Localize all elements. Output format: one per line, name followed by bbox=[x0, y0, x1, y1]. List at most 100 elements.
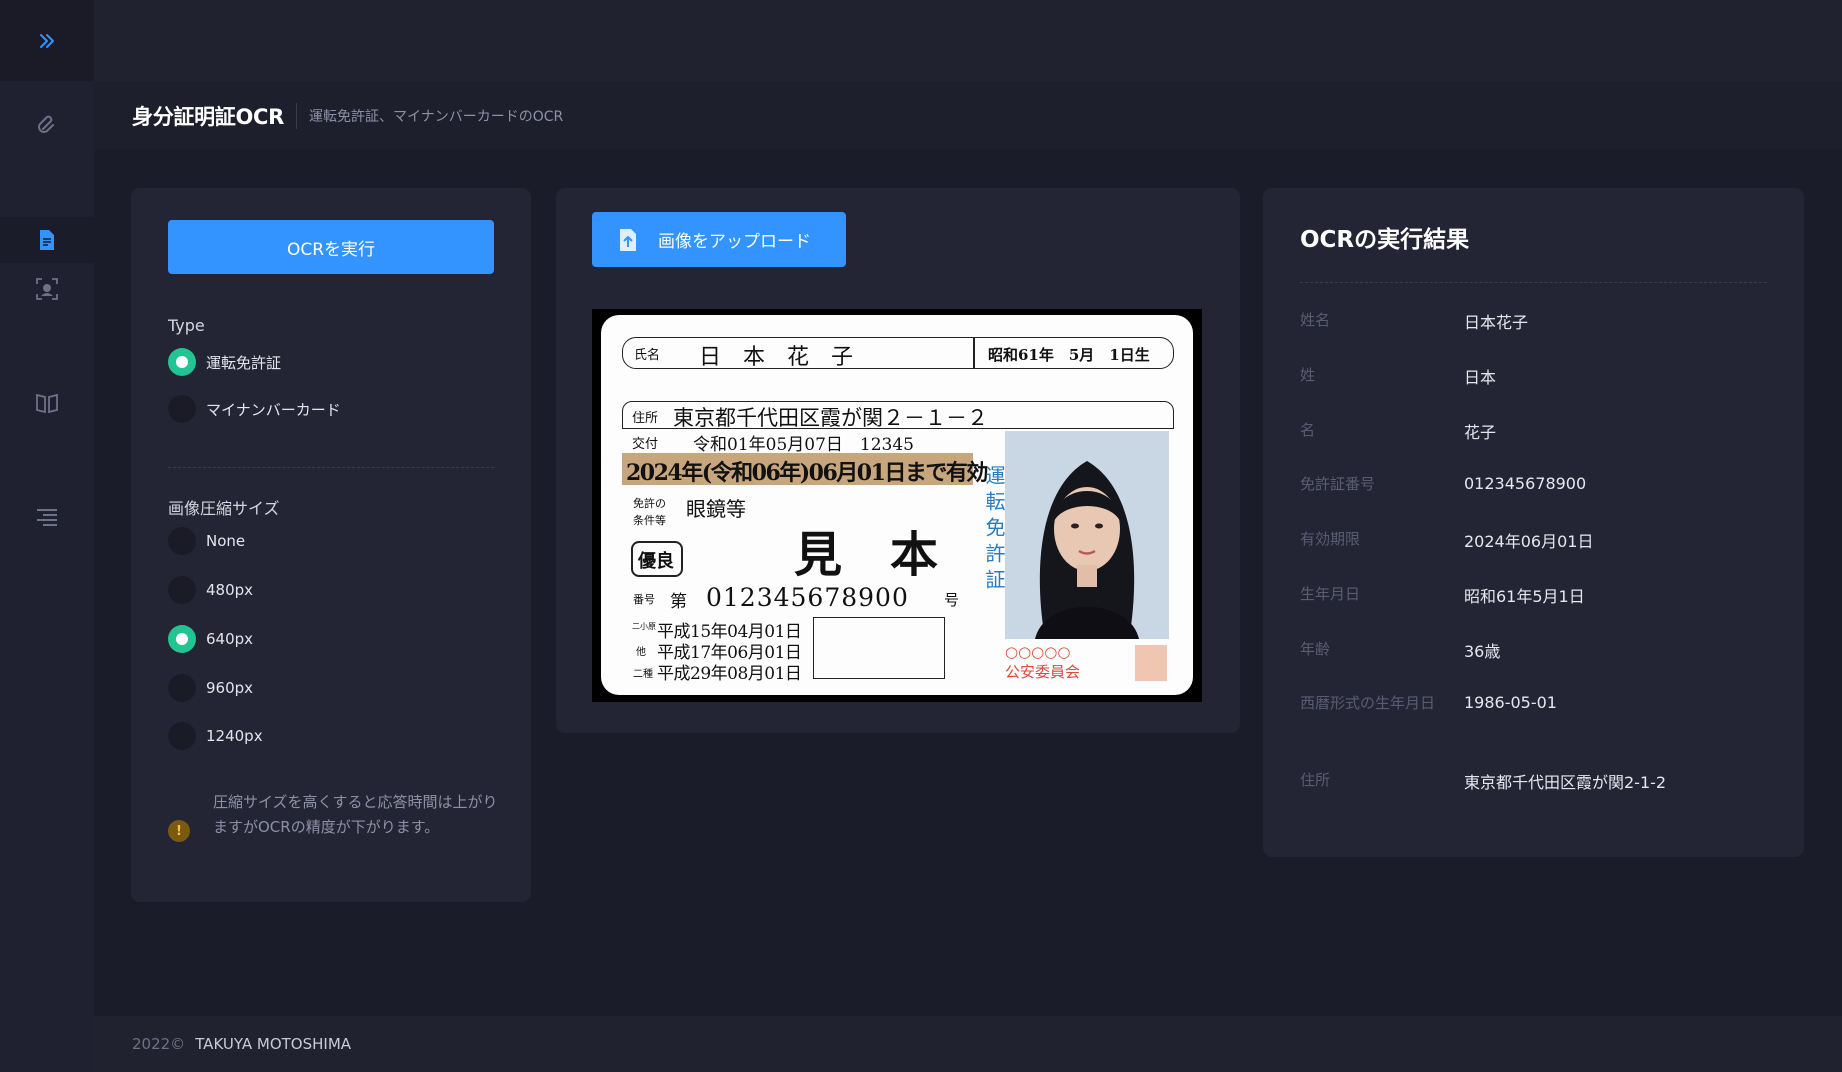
license-name: 日 本 花 子 bbox=[699, 345, 854, 370]
official-seal-stamp bbox=[1135, 645, 1167, 681]
compression-size-label: 画像圧縮サイズ bbox=[168, 499, 280, 518]
license-name-label: 氏名 bbox=[634, 348, 661, 363]
seal-circles: ○○○○○ bbox=[1005, 643, 1071, 661]
radio-button[interactable] bbox=[168, 625, 196, 653]
radio-label: 480px bbox=[206, 581, 254, 599]
license-image: 氏名 日 本 花 子 昭和61年 5月 1日生 住所 東京都千代田区霞が関２－１… bbox=[592, 309, 1202, 702]
page-subtitle: 運転免許証、マイナンバーカードのOCR bbox=[309, 108, 564, 125]
results-panel: OCRの実行結果 姓名 日本花子 姓 日本 名 花子 免許証番号 0123456… bbox=[1263, 188, 1804, 857]
result-value: 昭和61年5月1日 bbox=[1464, 587, 1585, 606]
type-label: Type bbox=[168, 316, 205, 335]
radio-button[interactable] bbox=[168, 527, 196, 555]
upload-image-button[interactable]: 画像をアップロード bbox=[592, 212, 846, 267]
condition-label-2: 条件等 bbox=[633, 514, 666, 527]
footer: 2022© TAKUYA MOTOSHIMA bbox=[94, 1016, 1842, 1072]
license-issue: 令和01年05月07日 12345 bbox=[693, 435, 914, 455]
sidebar-item-attach[interactable] bbox=[0, 102, 94, 148]
license-expiry: 2024年(令和06年)06月01日まで有効 bbox=[626, 460, 988, 486]
license-number: 012345678900 bbox=[706, 583, 909, 612]
result-value: 012345678900 bbox=[1464, 474, 1587, 493]
license-badge: 優良 bbox=[638, 551, 674, 572]
result-value: 36歳 bbox=[1464, 642, 1501, 661]
result-value: 花子 bbox=[1464, 423, 1497, 442]
radio-label: 1240px bbox=[206, 727, 263, 745]
result-key: 年齢 bbox=[1300, 640, 1331, 658]
license-number-prefix: 第 bbox=[670, 592, 687, 612]
radio-button[interactable] bbox=[168, 674, 196, 702]
run-ocr-button[interactable]: OCRを実行 bbox=[168, 220, 494, 274]
portrait-photo bbox=[1005, 431, 1169, 639]
radio-label: 960px bbox=[206, 679, 254, 697]
condition-label-1: 免許の bbox=[633, 497, 666, 510]
result-key: 住所 bbox=[1300, 771, 1331, 789]
page-header: 身分証明証OCR 運転免許証、マイナンバーカードのOCR bbox=[94, 81, 1842, 150]
results-divider bbox=[1300, 282, 1767, 283]
section-divider bbox=[168, 467, 494, 468]
license-issue-label: 交付 bbox=[632, 437, 659, 452]
license-date: 平成29年08月01日 bbox=[657, 664, 802, 684]
result-value: 1986-05-01 bbox=[1464, 693, 1557, 712]
result-key: 有効期限 bbox=[1300, 530, 1361, 548]
radio-label: 640px bbox=[206, 630, 254, 648]
license-address-label: 住所 bbox=[632, 411, 659, 426]
result-value: 日本花子 bbox=[1464, 313, 1529, 332]
radio-button[interactable] bbox=[168, 348, 196, 376]
result-key: 生年月日 bbox=[1300, 585, 1361, 603]
license-number-suffix: 号 bbox=[944, 591, 960, 609]
upload-button-label: 画像をアップロード bbox=[658, 232, 811, 252]
result-value: 東京都千代田区霞が関2-1-2 bbox=[1464, 773, 1667, 792]
seal-subtitle: 公安委員会 bbox=[1005, 663, 1081, 681]
date-label: 二小原 bbox=[632, 622, 656, 631]
result-value: 2024年06月01日 bbox=[1464, 532, 1594, 551]
license-number-label: 番号 bbox=[633, 593, 655, 606]
sidebar-item-menu[interactable] bbox=[0, 494, 94, 540]
compression-notice: 圧縮サイズを高くすると応答時間は上がりますがOCRの精度が下がります。 bbox=[213, 793, 498, 836]
result-key: 姓 bbox=[1300, 366, 1316, 384]
radio-label: マイナンバーカード bbox=[206, 400, 341, 419]
settings-panel: OCRを実行 Type 運転免許証 マイナンバーカード 画像圧縮サイズ None… bbox=[131, 188, 531, 902]
person-photo-icon bbox=[1035, 461, 1139, 639]
document-icon bbox=[40, 230, 54, 250]
result-key: 姓名 bbox=[1300, 311, 1331, 329]
result-key: 西暦形式の生年月日 bbox=[1300, 694, 1436, 712]
result-value: 日本 bbox=[1464, 368, 1497, 387]
date-label: 二種 bbox=[633, 669, 653, 680]
footer-author: TAKUYA MOTOSHIMA bbox=[195, 1035, 352, 1053]
header-separator bbox=[296, 102, 298, 129]
size-option-960[interactable]: 960px bbox=[168, 674, 253, 702]
radio-button[interactable] bbox=[168, 576, 196, 604]
name-row-divider bbox=[973, 338, 975, 369]
sidebar bbox=[0, 0, 94, 1072]
date-label: 他 bbox=[636, 647, 646, 658]
radio-button[interactable] bbox=[168, 722, 196, 750]
size-option-480[interactable]: 480px bbox=[168, 576, 253, 604]
result-key: 免許証番号 bbox=[1300, 475, 1376, 493]
license-condition: 眼鏡等 bbox=[686, 497, 746, 521]
book-icon bbox=[36, 393, 58, 414]
upload-file-icon bbox=[620, 228, 636, 251]
result-key: 名 bbox=[1300, 421, 1316, 439]
sidebar-toggle[interactable] bbox=[0, 0, 94, 81]
sidebar-item-face[interactable] bbox=[0, 266, 94, 312]
paperclip-icon bbox=[38, 115, 54, 133]
sidebar-item-book[interactable] bbox=[0, 380, 94, 426]
expand-icon[interactable] bbox=[37, 31, 57, 51]
radio-label: None bbox=[206, 532, 246, 550]
page-title: 身分証明証OCR bbox=[132, 104, 285, 129]
type-option-mynumber[interactable]: マイナンバーカード bbox=[168, 395, 341, 423]
license-address: 東京都千代田区霞が関２－１－２ bbox=[673, 406, 988, 430]
size-option-640[interactable]: 640px bbox=[168, 625, 253, 653]
type-option-license[interactable]: 運転免許証 bbox=[168, 348, 281, 376]
menu-lines-icon bbox=[37, 509, 57, 526]
radio-button[interactable] bbox=[168, 395, 196, 423]
top-bar bbox=[94, 0, 1842, 81]
size-option-1240[interactable]: 1240px bbox=[168, 722, 263, 750]
sidebar-item-document[interactable] bbox=[0, 217, 94, 263]
radio-label: 運転免許証 bbox=[206, 353, 282, 372]
results-title: OCRの実行結果 bbox=[1300, 227, 1470, 253]
image-panel: 画像をアップロード 氏名 日 本 花 子 昭和61年 5月 1日生 住所 東京都… bbox=[556, 188, 1240, 733]
face-scan-icon bbox=[36, 278, 58, 300]
license-sample: 見 本 bbox=[794, 527, 939, 583]
warning-icon: ! bbox=[168, 820, 190, 842]
size-option-none[interactable]: None bbox=[168, 527, 245, 555]
